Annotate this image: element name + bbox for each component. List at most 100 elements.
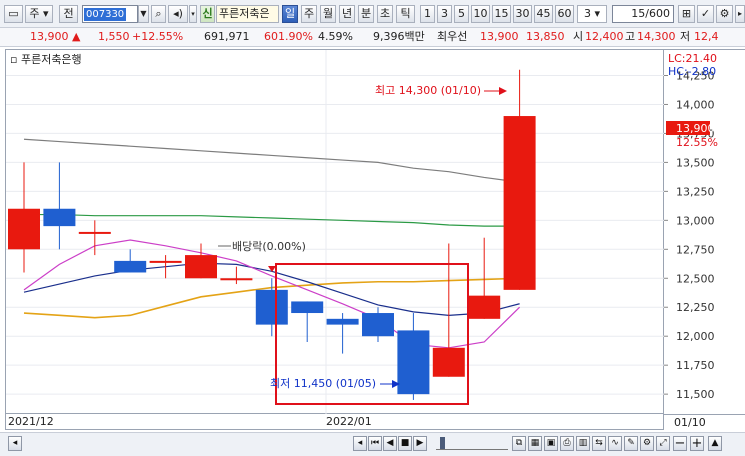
period-week-button[interactable]: 주: [301, 5, 317, 23]
step-5-button[interactable]: 5: [454, 5, 469, 23]
change-percent: +12.55%: [132, 30, 184, 43]
market-select[interactable]: 주 ▾: [25, 5, 53, 23]
axis-tick-label: 13,000: [676, 214, 715, 227]
count-input[interactable]: 15/600: [612, 5, 674, 23]
high-annotation: 최고 14,300 (01/10): [375, 84, 481, 97]
candle-body: [397, 330, 430, 395]
candle-body: [503, 116, 536, 290]
axis-tick-label: 12,250: [676, 301, 715, 314]
more-icon[interactable]: ▸: [735, 5, 745, 23]
grid-tools-icon[interactable]: ⊞: [678, 5, 695, 23]
step-10-button[interactable]: 10: [471, 5, 490, 23]
chart-compare-icon[interactable]: ⇆: [592, 436, 606, 451]
add-chart-button[interactable]: ▲: [708, 436, 722, 451]
chart-expand-icon[interactable]: ⤢: [656, 436, 670, 451]
chart-navigation-bar: ◂ ◂ ⏮ ◀ ■ ▶ ⧉ ▦ ▣ ⎙ ▥ ⇆ ∿ ✎ ⚙ ⤢ − + ▲: [0, 432, 745, 456]
step-forward-icon[interactable]: ▶: [413, 436, 427, 451]
candle-body: [114, 260, 147, 273]
candle-body: [185, 255, 217, 279]
price-chart-svg: ▫ 푸른저축은행 최고 14,300 (01/10) 최저 11,450 (01…: [6, 50, 665, 415]
ma240-line: [23, 138, 520, 183]
scroll-left-icon[interactable]: ◂: [8, 436, 22, 451]
chart-save-icon[interactable]: ▣: [544, 436, 558, 451]
axis-tick-label: 14,000: [676, 98, 715, 111]
code-input[interactable]: 007330: [82, 5, 138, 23]
zoom-in-button[interactable]: +: [690, 436, 704, 451]
axis-tick-label: 13,500: [676, 156, 715, 169]
gear-icon[interactable]: ⚙: [716, 5, 733, 23]
chart-toolbar: ▭ 주 ▾ 전 007330 ▼ ⌕ ◂) ▾ 신 푸른저축은 일 주 월 년 …: [0, 0, 745, 28]
change-arrow: ▲: [72, 30, 81, 43]
high-label: 고: [625, 30, 636, 43]
stop-icon[interactable]: ■: [398, 436, 412, 451]
step-60-button[interactable]: 60: [555, 5, 574, 23]
step-1-button[interactable]: 1: [420, 5, 435, 23]
step-select[interactable]: 3 ▾: [577, 5, 607, 23]
chart-grid-icon[interactable]: ▦: [528, 436, 542, 451]
axis-tick-label: 12,750: [676, 243, 715, 256]
step-3-button[interactable]: 3: [437, 5, 452, 23]
price-axis: 11,500 11,750 12,000 12,250 12,500 12,750 13,0…: [664, 49, 745, 414]
prev-button[interactable]: 전: [59, 5, 78, 23]
volume: 691,971: [204, 30, 250, 43]
step-15-button[interactable]: 15: [492, 5, 511, 23]
signal-button[interactable]: 신: [200, 5, 215, 23]
volume-ratio: 601.90%: [264, 30, 313, 43]
code-dropdown-icon[interactable]: ▼: [138, 5, 149, 23]
period-month-button[interactable]: 월: [320, 5, 336, 23]
chart-drawing-icon[interactable]: ✎: [624, 436, 638, 451]
step-30-button[interactable]: 30: [513, 5, 532, 23]
candle-body: [432, 347, 465, 377]
quote-bar: 13,900 ▲ 1,550 +12.55% 691,971 601.90% 4…: [0, 28, 745, 47]
speaker-icon[interactable]: ◂): [168, 5, 188, 23]
speaker-dropdown-icon[interactable]: ▾: [189, 5, 197, 23]
trade-amount: 9,396백만: [373, 30, 425, 43]
chart-copy-icon[interactable]: ⧉: [512, 436, 526, 451]
current-price: 13,900: [30, 30, 69, 43]
chart-type-icon[interactable]: ▥: [576, 436, 590, 451]
step-back-icon[interactable]: ◀: [383, 436, 397, 451]
candle-body: [468, 295, 501, 319]
chart-title: ▫ 푸른저축은행: [10, 53, 82, 66]
chart-print-icon[interactable]: ⎙: [560, 436, 574, 451]
price-axis-svg: 11,500 11,750 12,000 12,250 12,500 12,750 13,0…: [664, 52, 718, 401]
chart-check-icon[interactable]: ✓: [697, 5, 714, 23]
dividend-annotation: 배당락(0.00%): [232, 240, 306, 253]
chart-indicator-icon[interactable]: ∿: [608, 436, 622, 451]
change-value: 1,550: [98, 30, 130, 43]
date-label-mid: 2022/01: [326, 415, 372, 428]
price-axis-ticks: 11,500 11,750 12,000 12,250 12,500 12,750 13,0…: [664, 69, 715, 401]
scroll-start-icon[interactable]: ◂: [353, 436, 367, 451]
axis-tick-label: 11,750: [676, 359, 715, 372]
candle-body: [326, 318, 359, 325]
period-minute-button[interactable]: 분: [358, 5, 374, 23]
open-label: 시: [573, 30, 584, 43]
candle-body: [255, 289, 288, 325]
low-price: 12,4: [694, 30, 719, 43]
axis-tick-label: 12,000: [676, 330, 715, 343]
zoom-out-button[interactable]: −: [673, 436, 687, 451]
current-price-pct: 12.55%: [676, 136, 718, 149]
period-year-button[interactable]: 년: [339, 5, 355, 23]
step-45-button[interactable]: 45: [534, 5, 553, 23]
price-chart[interactable]: ▫ 푸른저축은행 최고 14,300 (01/10) 최저 11,450 (01…: [5, 49, 665, 415]
axis-tick-label: 13,250: [676, 185, 715, 198]
period-tick-button[interactable]: 틱: [396, 5, 415, 23]
step-value: 3: [583, 7, 591, 20]
chart-layout-icon[interactable]: ▭: [4, 5, 23, 23]
candlestick-series: [8, 69, 536, 400]
date-axis-right: 01/10: [664, 414, 745, 430]
zoom-slider[interactable]: [436, 437, 508, 450]
candle-body: [8, 208, 40, 250]
candle-body: [362, 313, 394, 337]
period-second-button[interactable]: 초: [377, 5, 393, 23]
candle-body: [220, 278, 253, 281]
chart-config-icon[interactable]: ⚙: [640, 436, 654, 451]
zoom-slider-thumb[interactable]: [440, 437, 445, 449]
period-day-button[interactable]: 일: [282, 5, 298, 23]
market-label: 주: [29, 7, 40, 20]
turnover-rate: 4.59%: [318, 30, 353, 43]
search-icon[interactable]: ⌕: [151, 5, 166, 23]
date-label-start: 2021/12: [8, 415, 54, 428]
rewind-icon[interactable]: ⏮: [368, 436, 382, 451]
